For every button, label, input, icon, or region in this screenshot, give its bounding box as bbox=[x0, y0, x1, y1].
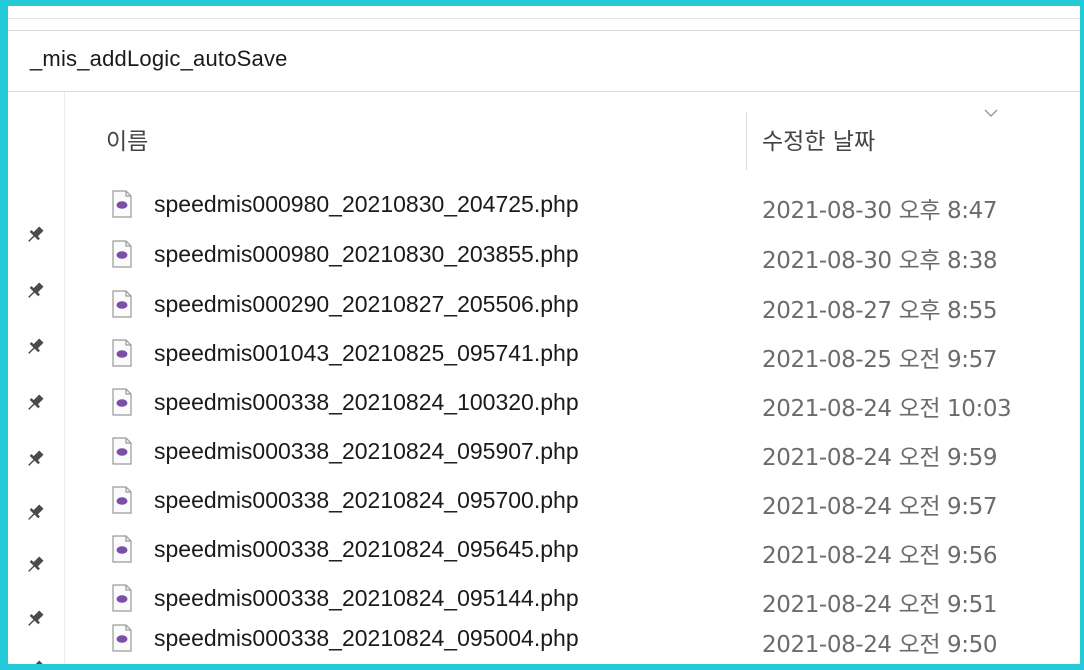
file-modified-date: 2021-08-24 오전 9:56 bbox=[762, 543, 998, 569]
php-file-icon bbox=[112, 535, 132, 563]
file-modified-date: 2021-08-25 오전 9:57 bbox=[762, 347, 998, 373]
file-modified-date: 2021-08-24 오전 9:50 bbox=[762, 632, 998, 658]
column-resize-handle[interactable] bbox=[746, 112, 747, 170]
file-name: speedmis000290_20210827_205506.php bbox=[154, 291, 579, 317]
list-item[interactable]: speedmis000338_20210824_095645.php 2021-… bbox=[100, 526, 1080, 572]
php-file-icon bbox=[112, 437, 132, 465]
php-file-icon bbox=[112, 486, 132, 514]
php-file-icon bbox=[112, 240, 132, 268]
pin-icon[interactable] bbox=[24, 554, 46, 576]
column-header-modified[interactable]: 수정한 날짜 bbox=[762, 122, 875, 156]
php-file-icon bbox=[112, 388, 132, 416]
file-modified-date: 2021-08-24 오전 9:51 bbox=[762, 592, 998, 618]
list-item[interactable]: speedmis000980_20210830_203855.php 2021-… bbox=[100, 231, 1080, 277]
file-name: speedmis000338_20210824_095700.php bbox=[154, 487, 579, 513]
pin-icon[interactable] bbox=[24, 392, 46, 414]
column-header-row: 이름 수정한 날짜 bbox=[8, 92, 1080, 174]
file-modified-date: 2021-08-27 오후 8:55 bbox=[762, 298, 998, 324]
pin-icon[interactable] bbox=[24, 658, 46, 664]
folder-path[interactable]: _mis_addLogic_autoSave bbox=[30, 46, 288, 72]
pin-icon[interactable] bbox=[24, 336, 46, 358]
file-explorer-window: _mis_addLogic_autoSave 이름 수정한 날짜 speedmi… bbox=[8, 6, 1080, 664]
file-name: speedmis000338_20210824_095907.php bbox=[154, 438, 579, 464]
pin-icon[interactable] bbox=[24, 608, 46, 630]
pin-icon[interactable] bbox=[24, 224, 46, 246]
php-file-icon bbox=[112, 290, 132, 318]
file-name: speedmis000338_20210824_100320.php bbox=[154, 389, 579, 415]
pane-divider bbox=[64, 92, 65, 664]
php-file-icon bbox=[112, 190, 132, 218]
address-bar[interactable]: _mis_addLogic_autoSave bbox=[8, 30, 1080, 92]
pin-icon[interactable] bbox=[24, 502, 46, 524]
file-name: speedmis001043_20210825_095741.php bbox=[154, 340, 579, 366]
list-item[interactable]: speedmis001043_20210825_095741.php 2021-… bbox=[100, 330, 1080, 376]
list-item[interactable]: speedmis000338_20210824_095907.php 2021-… bbox=[100, 428, 1080, 474]
php-file-icon bbox=[112, 584, 132, 612]
list-item[interactable]: speedmis000338_20210824_095004.php 2021-… bbox=[100, 615, 1080, 661]
window-top-edge bbox=[8, 6, 1080, 19]
quick-access-pane bbox=[8, 92, 64, 664]
file-modified-date: 2021-08-30 오후 8:47 bbox=[762, 198, 998, 224]
file-modified-date: 2021-08-24 오전 9:59 bbox=[762, 445, 998, 471]
file-modified-date: 2021-08-30 오후 8:38 bbox=[762, 248, 998, 274]
chevron-down-icon[interactable] bbox=[983, 108, 999, 118]
column-header-name[interactable]: 이름 bbox=[106, 122, 148, 156]
list-item[interactable]: speedmis000338_20210824_095700.php 2021-… bbox=[100, 477, 1080, 523]
php-file-icon bbox=[112, 339, 132, 367]
file-modified-date: 2021-08-24 오전 9:57 bbox=[762, 494, 998, 520]
file-name: speedmis000980_20210830_203855.php bbox=[154, 241, 579, 267]
file-name: speedmis000338_20210824_095144.php bbox=[154, 585, 579, 611]
file-modified-date: 2021-08-24 오전 10:03 bbox=[762, 396, 1012, 422]
file-name: speedmis000338_20210824_095004.php bbox=[154, 625, 579, 651]
list-item[interactable]: speedmis000338_20210824_100320.php 2021-… bbox=[100, 379, 1080, 425]
pin-icon[interactable] bbox=[24, 280, 46, 302]
pin-icon[interactable] bbox=[24, 448, 46, 470]
php-file-icon bbox=[112, 624, 132, 652]
list-item[interactable]: speedmis000290_20210827_205506.php 2021-… bbox=[100, 281, 1080, 327]
file-name: speedmis000338_20210824_095645.php bbox=[154, 536, 579, 562]
list-item[interactable]: speedmis000980_20210830_204725.php 2021-… bbox=[100, 181, 1080, 227]
file-name: speedmis000980_20210830_204725.php bbox=[154, 191, 579, 217]
